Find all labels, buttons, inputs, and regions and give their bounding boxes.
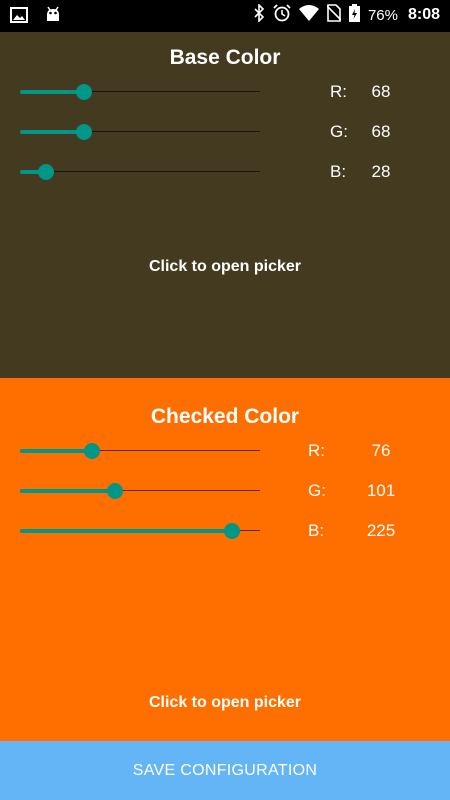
base-blue-value: 28 [371,162,391,181]
base-green-row: G: 68 [0,118,450,146]
slider-track [20,171,260,172]
slider-thumb[interactable] [223,523,240,539]
save-configuration-button[interactable]: SAVE CONFIGURATION [0,741,450,800]
base-blue-label: B: [330,162,347,181]
no-sim-icon [326,4,342,26]
wifi-icon [298,5,319,25]
base-blue-slider[interactable] [20,164,260,180]
checked-blue-value: 225 [366,521,396,540]
checked-green-label: G: [308,481,326,500]
base-color-picker-link[interactable]: Click to open picker [0,258,450,276]
checked-red-slider[interactable] [20,443,260,459]
base-red-value: 68 [371,82,391,101]
checked-color-picker-link[interactable]: Click to open picker [0,694,450,712]
base-green-slider[interactable] [20,124,260,140]
checked-blue-row: B: 225 [0,517,450,545]
checked-red-row: R: 76 [0,437,450,465]
checked-color-title: Checked Color [150,405,300,428]
base-blue-row: B: 28 [0,158,450,186]
base-red-label: R: [330,82,347,101]
image-icon [10,7,28,28]
slider-fill [20,130,84,134]
base-red-slider[interactable] [20,84,260,100]
slider-fill [20,449,92,453]
checked-blue-slider[interactable] [20,523,260,539]
checked-color-panel[interactable]: Checked Color R: 76 G: 101 B: 225 Click … [0,378,450,741]
slider-thumb[interactable] [83,443,100,459]
slider-fill [20,489,116,493]
bluetooth-icon [253,3,265,26]
android-debug-icon [44,6,62,29]
checked-red-label: R: [308,441,325,460]
checked-blue-label: B: [308,521,325,540]
slider-thumb[interactable] [107,483,124,499]
alarm-icon [273,4,291,26]
battery-percent: 76% [367,6,398,24]
slider-thumb[interactable] [76,124,92,140]
battery-charging-icon [348,4,360,26]
checked-red-value: 76 [371,441,391,460]
base-green-value: 68 [371,122,391,141]
checked-green-slider[interactable] [20,483,260,499]
slider-thumb[interactable] [76,84,92,100]
status-bar: 76% 8:08 [0,0,450,32]
checked-green-row: G: 101 [0,477,450,505]
slider-thumb[interactable] [38,164,55,180]
base-color-panel[interactable]: Base Color R: 68 G: 68 B: 28 Click to op… [0,32,450,378]
slider-fill [20,90,84,94]
base-red-row: R: 68 [0,78,450,106]
base-green-label: G: [330,122,348,141]
base-color-title: Base Color [169,46,281,69]
checked-green-value: 101 [366,481,396,500]
clock-time: 8:08 [407,6,440,23]
slider-fill [20,529,232,533]
